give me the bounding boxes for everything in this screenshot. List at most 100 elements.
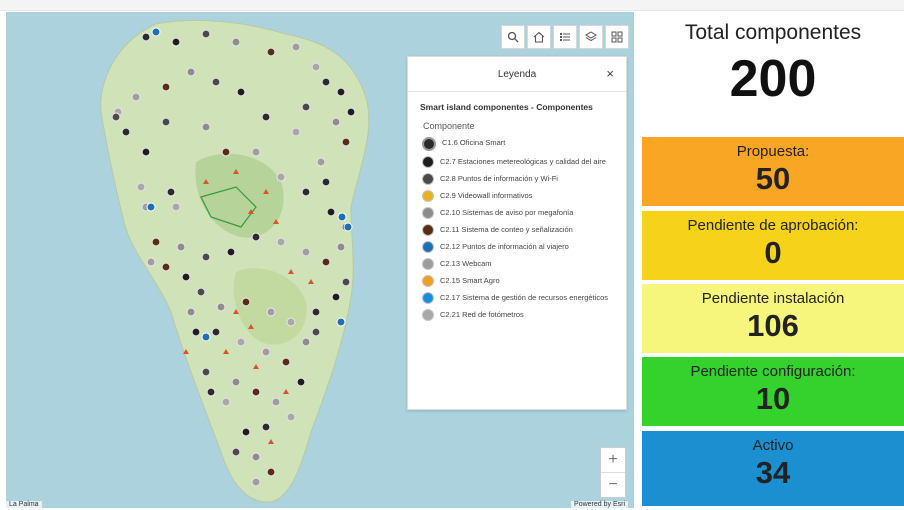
component-marker[interactable] bbox=[236, 337, 246, 347]
component-marker[interactable] bbox=[111, 112, 121, 122]
component-marker[interactable] bbox=[231, 447, 241, 457]
component-marker[interactable] bbox=[131, 92, 141, 102]
component-marker[interactable] bbox=[176, 242, 186, 252]
component-marker[interactable] bbox=[221, 397, 231, 407]
component-marker[interactable] bbox=[186, 307, 196, 317]
component-marker[interactable] bbox=[241, 427, 251, 437]
component-marker[interactable] bbox=[291, 127, 301, 137]
component-marker[interactable] bbox=[291, 42, 301, 52]
component-marker[interactable] bbox=[211, 77, 221, 87]
component-marker[interactable] bbox=[226, 247, 236, 257]
component-marker[interactable] bbox=[186, 67, 196, 77]
close-icon[interactable]: × bbox=[606, 66, 614, 81]
component-marker[interactable] bbox=[201, 122, 211, 132]
component-marker[interactable] bbox=[321, 257, 331, 267]
component-marker[interactable] bbox=[336, 87, 346, 97]
component-marker[interactable] bbox=[286, 317, 296, 327]
legend-header: Leyenda × bbox=[408, 57, 626, 92]
component-marker[interactable] bbox=[151, 237, 161, 247]
component-marker[interactable] bbox=[336, 317, 346, 327]
component-marker[interactable] bbox=[181, 272, 191, 282]
component-marker[interactable] bbox=[201, 252, 211, 262]
component-marker[interactable] bbox=[281, 357, 291, 367]
list-icon[interactable] bbox=[553, 25, 577, 49]
component-marker[interactable] bbox=[161, 117, 171, 127]
component-marker[interactable] bbox=[251, 232, 261, 242]
component-marker[interactable] bbox=[231, 377, 241, 387]
component-marker[interactable] bbox=[201, 29, 211, 39]
component-marker[interactable] bbox=[266, 47, 276, 57]
component-marker[interactable] bbox=[341, 277, 351, 287]
component-marker[interactable] bbox=[251, 452, 261, 462]
legend-item-label: C2.10 Sistemas de aviso por megafonía bbox=[440, 208, 574, 217]
component-marker[interactable] bbox=[296, 377, 306, 387]
component-marker[interactable] bbox=[141, 32, 151, 42]
component-marker[interactable] bbox=[321, 77, 331, 87]
component-marker[interactable] bbox=[331, 117, 341, 127]
component-marker[interactable] bbox=[301, 337, 311, 347]
component-marker[interactable] bbox=[261, 112, 271, 122]
component-marker[interactable] bbox=[316, 157, 326, 167]
component-marker[interactable] bbox=[311, 307, 321, 317]
component-marker[interactable] bbox=[276, 237, 286, 247]
component-marker[interactable] bbox=[211, 327, 221, 337]
component-marker[interactable] bbox=[286, 412, 296, 422]
component-marker[interactable] bbox=[271, 397, 281, 407]
component-marker[interactable] bbox=[261, 347, 271, 357]
attribution-right[interactable]: Powered by Esri bbox=[571, 501, 628, 508]
component-marker[interactable] bbox=[146, 202, 156, 212]
status-card: Pendiente configuración: 10 bbox=[642, 357, 904, 426]
component-marker[interactable] bbox=[196, 287, 206, 297]
search-icon[interactable] bbox=[501, 25, 525, 49]
component-marker[interactable] bbox=[161, 262, 171, 272]
component-marker[interactable] bbox=[301, 247, 311, 257]
component-marker[interactable] bbox=[301, 102, 311, 112]
component-marker[interactable] bbox=[166, 187, 176, 197]
component-marker[interactable] bbox=[236, 87, 246, 97]
component-marker[interactable] bbox=[266, 307, 276, 317]
component-marker[interactable] bbox=[346, 107, 356, 117]
component-marker[interactable] bbox=[276, 172, 286, 182]
component-marker[interactable] bbox=[201, 332, 211, 342]
component-marker[interactable] bbox=[201, 367, 211, 377]
legend-item: C2.9 Videowall informativos bbox=[422, 190, 626, 202]
component-marker[interactable] bbox=[221, 147, 231, 157]
component-marker[interactable] bbox=[321, 177, 331, 187]
component-marker[interactable] bbox=[136, 182, 146, 192]
component-marker[interactable] bbox=[146, 257, 156, 267]
map-view[interactable]: Leyenda × Smart island componentes - Com… bbox=[6, 12, 634, 508]
component-marker[interactable] bbox=[266, 467, 276, 477]
component-marker[interactable] bbox=[191, 327, 201, 337]
component-marker[interactable] bbox=[336, 242, 346, 252]
zoom-in-button[interactable]: + bbox=[601, 448, 625, 472]
component-marker[interactable] bbox=[301, 187, 311, 197]
home-icon[interactable] bbox=[527, 25, 551, 49]
legend-item-label: C2.7 Estaciones metereológicas y calidad… bbox=[440, 157, 606, 166]
component-marker[interactable] bbox=[171, 202, 181, 212]
zoom-out-button[interactable]: − bbox=[601, 472, 625, 497]
component-marker[interactable] bbox=[251, 477, 261, 487]
component-marker[interactable] bbox=[341, 137, 351, 147]
component-marker[interactable] bbox=[141, 147, 151, 157]
component-marker[interactable] bbox=[121, 127, 131, 137]
attribution-left: La Palma bbox=[6, 501, 42, 508]
component-marker[interactable] bbox=[343, 222, 353, 232]
component-marker[interactable] bbox=[216, 302, 226, 312]
component-marker[interactable] bbox=[337, 212, 347, 222]
component-marker[interactable] bbox=[251, 147, 261, 157]
grid-icon[interactable] bbox=[605, 25, 629, 49]
component-marker[interactable] bbox=[206, 387, 216, 397]
component-marker[interactable] bbox=[251, 387, 261, 397]
layers-icon[interactable] bbox=[579, 25, 603, 49]
component-marker[interactable] bbox=[311, 62, 321, 72]
legend-item: C2.8 Puntos de información y Wi-Fi bbox=[422, 173, 626, 185]
component-marker[interactable] bbox=[231, 37, 241, 47]
component-marker[interactable] bbox=[151, 27, 161, 37]
component-marker[interactable] bbox=[161, 82, 171, 92]
component-marker[interactable] bbox=[261, 422, 271, 432]
component-marker[interactable] bbox=[331, 292, 341, 302]
component-marker[interactable] bbox=[311, 327, 321, 337]
component-marker[interactable] bbox=[241, 297, 251, 307]
component-marker[interactable] bbox=[171, 37, 181, 47]
component-marker[interactable] bbox=[326, 207, 336, 217]
